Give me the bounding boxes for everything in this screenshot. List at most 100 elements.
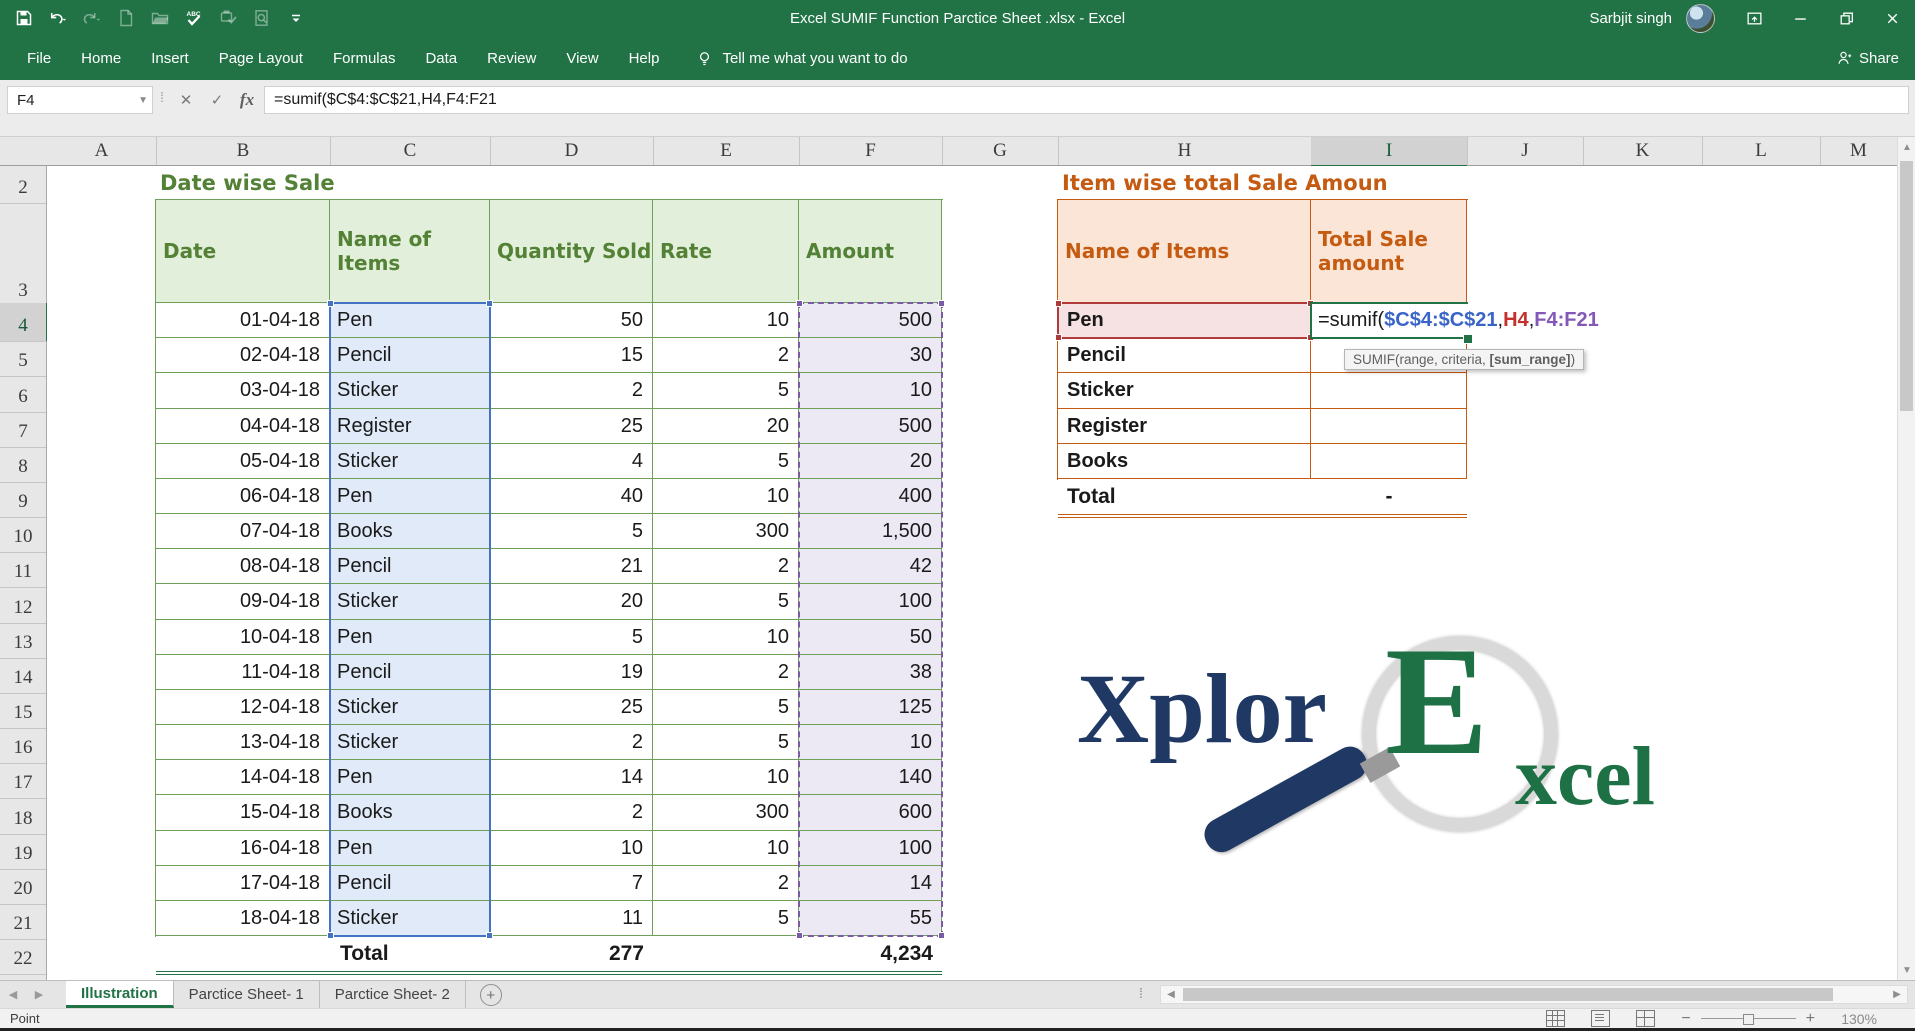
row-header-11[interactable]: 11 bbox=[0, 549, 46, 588]
cell-E4[interactable]: 10 bbox=[653, 303, 799, 338]
close-button[interactable] bbox=[1869, 0, 1915, 36]
cell-B5[interactable]: 02-04-18 bbox=[156, 338, 330, 373]
share-button[interactable]: Share bbox=[1836, 50, 1899, 67]
cell-F21[interactable]: 55 bbox=[799, 901, 942, 936]
fill-handle[interactable] bbox=[1463, 334, 1473, 344]
cell-H9[interactable]: Total bbox=[1058, 479, 1311, 514]
cell-C11[interactable]: Pencil bbox=[330, 549, 490, 584]
undo-icon[interactable] bbox=[48, 8, 68, 28]
row-header-6[interactable]: 6 bbox=[0, 373, 46, 413]
cell-E15[interactable]: 5 bbox=[653, 690, 799, 725]
sheet-tab-parctice-sheet-1[interactable]: Parctice Sheet- 1 bbox=[174, 981, 320, 1008]
cell-E16[interactable]: 5 bbox=[653, 725, 799, 760]
normal-view-button[interactable] bbox=[1546, 1010, 1565, 1027]
customize-qat-icon[interactable] bbox=[286, 8, 306, 28]
cell-C21[interactable]: Sticker bbox=[330, 901, 490, 936]
account-user-name[interactable]: Sarbjit singh bbox=[1589, 10, 1672, 27]
column-header-E[interactable]: E bbox=[653, 137, 800, 165]
insert-function-button[interactable]: fx bbox=[233, 86, 261, 114]
row-header-8[interactable]: 8 bbox=[0, 444, 46, 483]
column-header-H[interactable]: H bbox=[1058, 137, 1312, 165]
cell-F7[interactable]: 500 bbox=[799, 409, 942, 444]
sheet-tab-illustration[interactable]: Illustration bbox=[66, 981, 174, 1008]
cell-F18[interactable]: 600 bbox=[799, 795, 942, 831]
minimize-button[interactable] bbox=[1777, 0, 1823, 36]
vertical-scroll-thumb[interactable] bbox=[1900, 161, 1913, 411]
cell-C15[interactable]: Sticker bbox=[330, 690, 490, 725]
cell-C4[interactable]: Pen bbox=[330, 303, 490, 338]
column-header-F[interactable]: F bbox=[799, 137, 943, 165]
summary-table-title[interactable]: Item wise total Sale Amoun bbox=[1062, 166, 1463, 200]
row-header-17[interactable]: 17 bbox=[0, 760, 46, 799]
row-header-7[interactable]: 7 bbox=[0, 409, 46, 448]
cell-E6[interactable]: 5 bbox=[653, 373, 799, 409]
cell-D7[interactable]: 25 bbox=[490, 409, 653, 444]
cell-I7[interactable] bbox=[1311, 409, 1467, 444]
row-header-20[interactable]: 20 bbox=[0, 866, 46, 905]
column-header-C[interactable]: C bbox=[330, 137, 491, 165]
enter-formula-button[interactable]: ✓ bbox=[203, 86, 231, 114]
cell-F4[interactable]: 500 bbox=[799, 303, 942, 338]
zoom-out-icon[interactable]: − bbox=[1681, 1010, 1690, 1028]
ribbon-tab-page-layout[interactable]: Page Layout bbox=[204, 36, 318, 80]
cell-C6[interactable]: Sticker bbox=[330, 373, 490, 409]
sheet-nav-left-icon[interactable]: ◀ bbox=[0, 981, 26, 1008]
sheet-tab-parctice-sheet-2[interactable]: Parctice Sheet- 2 bbox=[320, 981, 466, 1008]
cell-F11[interactable]: 42 bbox=[799, 549, 942, 584]
ribbon-tab-data[interactable]: Data bbox=[410, 36, 472, 80]
row-header-15[interactable]: 15 bbox=[0, 690, 46, 729]
cell-E5[interactable]: 2 bbox=[653, 338, 799, 373]
column-header-L[interactable]: L bbox=[1702, 137, 1821, 165]
cell-C8[interactable]: Sticker bbox=[330, 444, 490, 479]
cell-C16[interactable]: Sticker bbox=[330, 725, 490, 760]
column-header-M[interactable]: M bbox=[1820, 137, 1898, 165]
cell-H7[interactable]: Register bbox=[1058, 409, 1311, 444]
sales-header-item[interactable]: Name of Items bbox=[330, 200, 490, 303]
cell-E9[interactable]: 10 bbox=[653, 479, 799, 514]
row-header-3[interactable]: 3 bbox=[0, 200, 46, 307]
sales-header-date[interactable]: Date bbox=[156, 200, 330, 303]
cell-E18[interactable]: 300 bbox=[653, 795, 799, 831]
cell-E7[interactable]: 20 bbox=[653, 409, 799, 444]
cell-B16[interactable]: 13-04-18 bbox=[156, 725, 330, 760]
summary-header-item[interactable]: Name of Items bbox=[1058, 200, 1311, 303]
cell-E17[interactable]: 10 bbox=[653, 760, 799, 795]
row-header-10[interactable]: 10 bbox=[0, 514, 46, 553]
cell-C5[interactable]: Pencil bbox=[330, 338, 490, 373]
cell-I8[interactable] bbox=[1311, 444, 1467, 479]
cell-D22[interactable]: 277 bbox=[490, 936, 653, 971]
ribbon-tab-view[interactable]: View bbox=[551, 36, 613, 80]
sales-header-quantity[interactable]: Quantity Sold bbox=[490, 200, 653, 303]
cell-E11[interactable]: 2 bbox=[653, 549, 799, 584]
scroll-up-icon[interactable]: ▲ bbox=[1898, 137, 1915, 157]
cell-B11[interactable]: 08-04-18 bbox=[156, 549, 330, 584]
row-header-9[interactable]: 9 bbox=[0, 479, 46, 518]
sheet-nav-right-icon[interactable]: ▶ bbox=[26, 981, 52, 1008]
cell-F12[interactable]: 100 bbox=[799, 584, 942, 620]
cell-E21[interactable]: 5 bbox=[653, 901, 799, 936]
row-header-22[interactable]: 22 bbox=[0, 936, 46, 975]
cell-D20[interactable]: 7 bbox=[490, 866, 653, 901]
column-header-J[interactable]: J bbox=[1467, 137, 1584, 165]
cell-C12[interactable]: Sticker bbox=[330, 584, 490, 620]
cell-C7[interactable]: Register bbox=[330, 409, 490, 444]
cell-D10[interactable]: 5 bbox=[490, 514, 653, 549]
cell-B7[interactable]: 04-04-18 bbox=[156, 409, 330, 444]
cell-D5[interactable]: 15 bbox=[490, 338, 653, 373]
cell-F14[interactable]: 38 bbox=[799, 655, 942, 690]
cell-D17[interactable]: 14 bbox=[490, 760, 653, 795]
cell-D16[interactable]: 2 bbox=[490, 725, 653, 760]
horizontal-scrollbar[interactable]: ◀ ▶ bbox=[1160, 985, 1908, 1004]
row-header-21[interactable]: 21 bbox=[0, 901, 46, 940]
column-header-I[interactable]: I bbox=[1311, 137, 1468, 167]
cell-E10[interactable]: 300 bbox=[653, 514, 799, 549]
row-header-4[interactable]: 4 bbox=[0, 303, 48, 342]
cell-B21[interactable]: 18-04-18 bbox=[156, 901, 330, 936]
sales-table-title[interactable]: Date wise Sale bbox=[160, 166, 560, 200]
sales-header-rate[interactable]: Rate bbox=[653, 200, 799, 303]
cell-B14[interactable]: 11-04-18 bbox=[156, 655, 330, 690]
zoom-slider[interactable]: − + bbox=[1681, 1010, 1815, 1028]
column-header-B[interactable]: B bbox=[156, 137, 331, 165]
restore-button[interactable] bbox=[1823, 0, 1869, 36]
scroll-right-icon[interactable]: ▶ bbox=[1889, 986, 1905, 1003]
